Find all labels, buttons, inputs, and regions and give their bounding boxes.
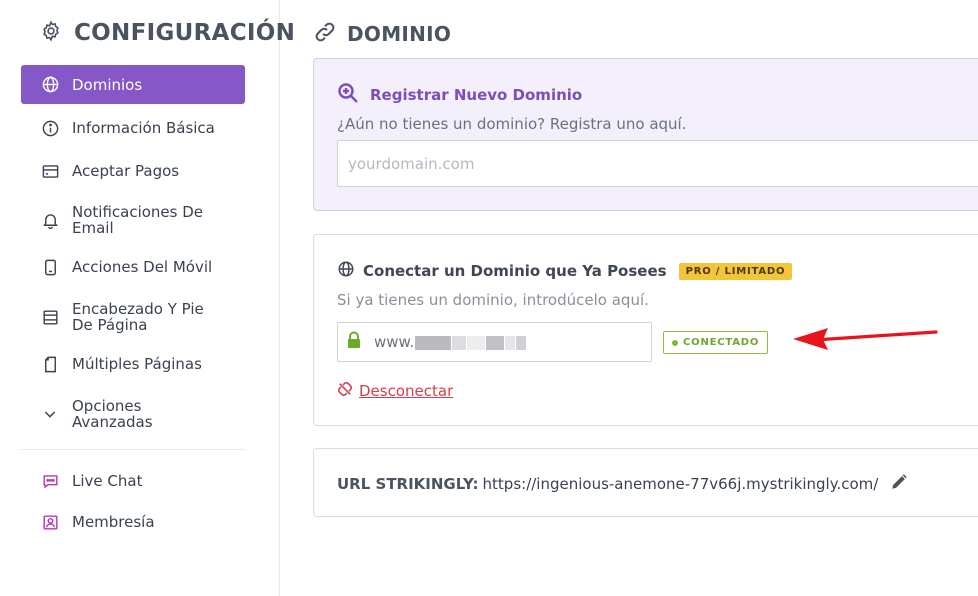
strikingly-url-card: URL STRIKINGLY: https://ingenious-anemon… bbox=[313, 448, 978, 517]
status-dot bbox=[672, 339, 678, 346]
sidebar-title: CONFIGURACIÓN bbox=[74, 20, 296, 46]
lock-icon bbox=[346, 331, 362, 353]
bell-icon bbox=[40, 210, 60, 230]
domain-search-input[interactable] bbox=[337, 140, 978, 187]
url-label: URL STRIKINGLY: bbox=[337, 475, 479, 493]
url-value: https://ingenious-anemone-77v66j.mystrik… bbox=[482, 475, 879, 493]
sidebar-item-label: Aceptar Pagos bbox=[72, 162, 180, 180]
sidebar-item-label: Acciones Del Móvil bbox=[72, 258, 213, 276]
sidebar-divider bbox=[21, 449, 245, 450]
sidebar-item-multiples-paginas[interactable]: Múltiples Páginas bbox=[21, 354, 245, 374]
sidebar-item-opciones-avanzadas[interactable]: Opciones Avanzadas bbox=[21, 397, 245, 431]
sidebar-item-notificaciones[interactable]: Notificaciones De Email bbox=[21, 203, 245, 237]
connect-subtitle: Si ya tienes un dominio, introdúcelo aqu… bbox=[337, 291, 649, 309]
domain-prefix: www. bbox=[374, 333, 415, 351]
sidebar-item-label: Opciones Avanzadas bbox=[72, 397, 153, 431]
disconnect-link[interactable]: Desconectar bbox=[337, 381, 453, 401]
globe-icon bbox=[40, 75, 60, 95]
pencil-icon[interactable] bbox=[890, 473, 908, 495]
mobile-icon bbox=[40, 257, 60, 277]
chevron-down-icon bbox=[40, 404, 60, 424]
sidebar-item-acciones-movil[interactable]: Acciones Del Móvil bbox=[21, 257, 245, 277]
sidebar-item-label: Dominios bbox=[72, 75, 143, 94]
url-row: URL STRIKINGLY: https://ingenious-anemon… bbox=[337, 473, 908, 495]
page-header: DOMINIO bbox=[313, 20, 451, 48]
sidebar-item-encabezado-pie[interactable]: Encabezado Y Pie De Página bbox=[21, 300, 245, 334]
connected-status-badge: CONECTADO bbox=[663, 331, 769, 354]
sidebar-item-membresia[interactable]: Membresía bbox=[21, 512, 245, 532]
settings-sidebar: CONFIGURACIÓN Dominios Información Básic… bbox=[0, 0, 295, 596]
register-header: Registrar Nuevo Dominio bbox=[336, 81, 582, 109]
layout-icon bbox=[40, 307, 60, 327]
link-icon bbox=[313, 20, 337, 48]
sidebar-item-aceptar-pagos[interactable]: Aceptar Pagos bbox=[21, 161, 245, 181]
register-title: Registrar Nuevo Dominio bbox=[370, 86, 583, 104]
sidebar-item-label: Encabezado Y Pie De Página bbox=[72, 300, 204, 334]
sidebar-item-informacion-basica[interactable]: Información Básica bbox=[21, 118, 245, 138]
search-plus-icon bbox=[336, 81, 360, 109]
member-icon bbox=[40, 512, 60, 532]
sidebar-header: CONFIGURACIÓN bbox=[40, 20, 295, 46]
sidebar-item-label: Múltiples Páginas bbox=[72, 355, 202, 373]
page-title: DOMINIO bbox=[347, 22, 452, 46]
info-icon bbox=[40, 118, 60, 138]
chat-icon bbox=[40, 471, 60, 491]
connected-domain-field[interactable]: www. bbox=[337, 322, 652, 362]
sidebar-item-label: Membresía bbox=[72, 513, 155, 531]
register-subtitle: ¿Aún no tienes un dominio? Registra uno … bbox=[337, 115, 687, 133]
card-icon bbox=[40, 161, 60, 181]
sidebar-item-live-chat[interactable]: Live Chat bbox=[21, 471, 245, 491]
sidebar-item-label: Información Básica bbox=[72, 119, 215, 137]
register-domain-card: Registrar Nuevo Dominio ¿Aún no tienes u… bbox=[313, 58, 978, 211]
globe-icon bbox=[337, 260, 355, 282]
sidebar-item-label: Live Chat bbox=[72, 472, 143, 490]
disconnect-label: Desconectar bbox=[359, 382, 454, 400]
sidebar-item-label: Notificaciones De Email bbox=[72, 203, 204, 237]
pages-icon bbox=[40, 354, 60, 374]
annotation-arrow-icon bbox=[790, 322, 940, 358]
status-label: CONECTADO bbox=[683, 337, 760, 348]
connect-title: Conectar un Dominio que Ya Posees bbox=[363, 262, 667, 280]
pro-badge: PRO / LIMITADO bbox=[678, 262, 793, 280]
connect-header: Conectar un Dominio que Ya Posees PRO / … bbox=[337, 260, 793, 282]
sidebar-item-dominios[interactable]: Dominios bbox=[21, 65, 245, 104]
redacted-domain bbox=[414, 333, 527, 352]
gear-icon bbox=[40, 20, 62, 46]
unlink-icon bbox=[337, 381, 353, 401]
